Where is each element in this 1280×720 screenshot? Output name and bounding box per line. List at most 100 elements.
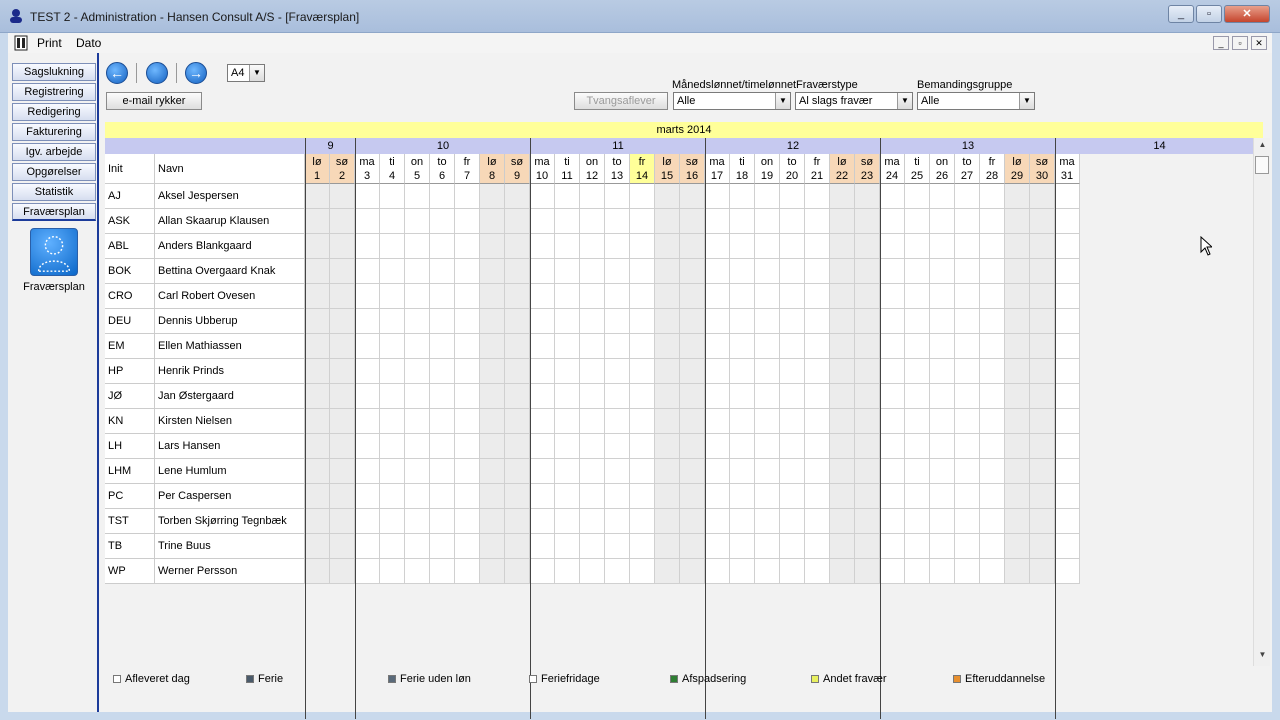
day-cell[interactable] bbox=[930, 434, 955, 459]
nav-opgorelser[interactable]: Opgørelser bbox=[12, 163, 96, 181]
salary-type-select[interactable]: Alle ▼ bbox=[673, 92, 791, 110]
nav-redigering[interactable]: Redigering bbox=[12, 103, 96, 121]
day-cell[interactable] bbox=[805, 359, 830, 384]
day-cell[interactable] bbox=[680, 334, 705, 359]
day-cell[interactable] bbox=[780, 509, 805, 534]
day-cell[interactable] bbox=[805, 209, 830, 234]
day-cell[interactable] bbox=[430, 359, 455, 384]
day-cell[interactable] bbox=[355, 359, 380, 384]
employee-init[interactable]: HP bbox=[105, 359, 155, 384]
day-cell[interactable] bbox=[430, 209, 455, 234]
day-cell[interactable] bbox=[405, 284, 430, 309]
day-cell[interactable] bbox=[730, 409, 755, 434]
day-cell[interactable] bbox=[330, 509, 355, 534]
day-cell[interactable] bbox=[455, 434, 480, 459]
day-cell[interactable] bbox=[305, 484, 330, 509]
day-cell[interactable] bbox=[955, 259, 980, 284]
day-cell[interactable] bbox=[980, 309, 1005, 334]
day-cell[interactable] bbox=[305, 509, 330, 534]
day-cell[interactable] bbox=[480, 209, 505, 234]
day-cell[interactable] bbox=[1055, 184, 1080, 209]
day-cell[interactable] bbox=[705, 209, 730, 234]
day-cell[interactable] bbox=[980, 384, 1005, 409]
day-cell[interactable] bbox=[530, 534, 555, 559]
day-cell[interactable] bbox=[555, 484, 580, 509]
day-cell[interactable] bbox=[580, 234, 605, 259]
day-cell[interactable] bbox=[680, 434, 705, 459]
day-cell[interactable] bbox=[380, 384, 405, 409]
day-cell[interactable] bbox=[405, 209, 430, 234]
day-cell[interactable] bbox=[480, 509, 505, 534]
employee-init[interactable]: ASK bbox=[105, 209, 155, 234]
day-cell[interactable] bbox=[1005, 384, 1030, 409]
day-cell[interactable] bbox=[505, 484, 530, 509]
nav-statistik[interactable]: Statistik bbox=[12, 183, 96, 201]
day-cell[interactable] bbox=[830, 334, 855, 359]
day-cell[interactable] bbox=[355, 184, 380, 209]
day-cell[interactable] bbox=[705, 509, 730, 534]
day-cell[interactable] bbox=[1005, 509, 1030, 534]
day-cell[interactable] bbox=[530, 459, 555, 484]
day-cell[interactable] bbox=[730, 184, 755, 209]
day-cell[interactable] bbox=[655, 334, 680, 359]
day-cell[interactable] bbox=[380, 209, 405, 234]
day-cell[interactable] bbox=[905, 509, 930, 534]
day-cell[interactable] bbox=[855, 309, 880, 334]
day-cell[interactable] bbox=[855, 559, 880, 584]
day-cell[interactable] bbox=[855, 184, 880, 209]
day-cell[interactable] bbox=[1030, 484, 1055, 509]
day-cell[interactable] bbox=[505, 359, 530, 384]
day-cell[interactable] bbox=[430, 534, 455, 559]
day-cell[interactable] bbox=[405, 409, 430, 434]
day-cell[interactable] bbox=[855, 359, 880, 384]
day-cell[interactable] bbox=[530, 334, 555, 359]
day-cell[interactable] bbox=[830, 509, 855, 534]
day-cell[interactable] bbox=[505, 334, 530, 359]
day-cell[interactable] bbox=[805, 459, 830, 484]
day-cell[interactable] bbox=[380, 434, 405, 459]
day-cell[interactable] bbox=[305, 559, 330, 584]
window-restore-button[interactable]: ▫ bbox=[1196, 5, 1222, 23]
day-cell[interactable] bbox=[630, 284, 655, 309]
day-cell[interactable] bbox=[1005, 184, 1030, 209]
day-cell[interactable] bbox=[755, 534, 780, 559]
day-cell[interactable] bbox=[605, 409, 630, 434]
window-minimize-button[interactable]: _ bbox=[1168, 5, 1194, 23]
day-cell[interactable] bbox=[355, 509, 380, 534]
day-cell[interactable] bbox=[580, 409, 605, 434]
day-cell[interactable] bbox=[480, 459, 505, 484]
day-cell[interactable] bbox=[1030, 409, 1055, 434]
day-cell[interactable] bbox=[980, 259, 1005, 284]
day-cell[interactable] bbox=[505, 384, 530, 409]
day-cell[interactable] bbox=[1005, 284, 1030, 309]
day-cell[interactable] bbox=[355, 209, 380, 234]
employee-name[interactable]: Lene Humlum bbox=[155, 459, 305, 484]
day-cell[interactable] bbox=[430, 334, 455, 359]
day-cell[interactable] bbox=[705, 384, 730, 409]
day-cell[interactable] bbox=[580, 209, 605, 234]
day-cell[interactable] bbox=[905, 459, 930, 484]
day-cell[interactable] bbox=[605, 559, 630, 584]
day-cell[interactable] bbox=[955, 209, 980, 234]
day-cell[interactable] bbox=[805, 434, 830, 459]
day-cell[interactable] bbox=[1055, 234, 1080, 259]
day-cell[interactable] bbox=[955, 284, 980, 309]
day-cell[interactable] bbox=[555, 209, 580, 234]
employee-init[interactable]: WP bbox=[105, 559, 155, 584]
day-cell[interactable] bbox=[530, 359, 555, 384]
day-cell[interactable] bbox=[955, 184, 980, 209]
day-cell[interactable] bbox=[605, 509, 630, 534]
day-cell[interactable] bbox=[530, 484, 555, 509]
day-cell[interactable] bbox=[555, 384, 580, 409]
day-cell[interactable] bbox=[555, 359, 580, 384]
day-cell[interactable] bbox=[1055, 284, 1080, 309]
day-cell[interactable] bbox=[1055, 534, 1080, 559]
day-cell[interactable] bbox=[780, 209, 805, 234]
day-cell[interactable] bbox=[905, 309, 930, 334]
day-cell[interactable] bbox=[730, 559, 755, 584]
day-cell[interactable] bbox=[705, 359, 730, 384]
day-cell[interactable] bbox=[1005, 434, 1030, 459]
day-cell[interactable] bbox=[1030, 184, 1055, 209]
day-cell[interactable] bbox=[380, 409, 405, 434]
day-cell[interactable] bbox=[505, 284, 530, 309]
